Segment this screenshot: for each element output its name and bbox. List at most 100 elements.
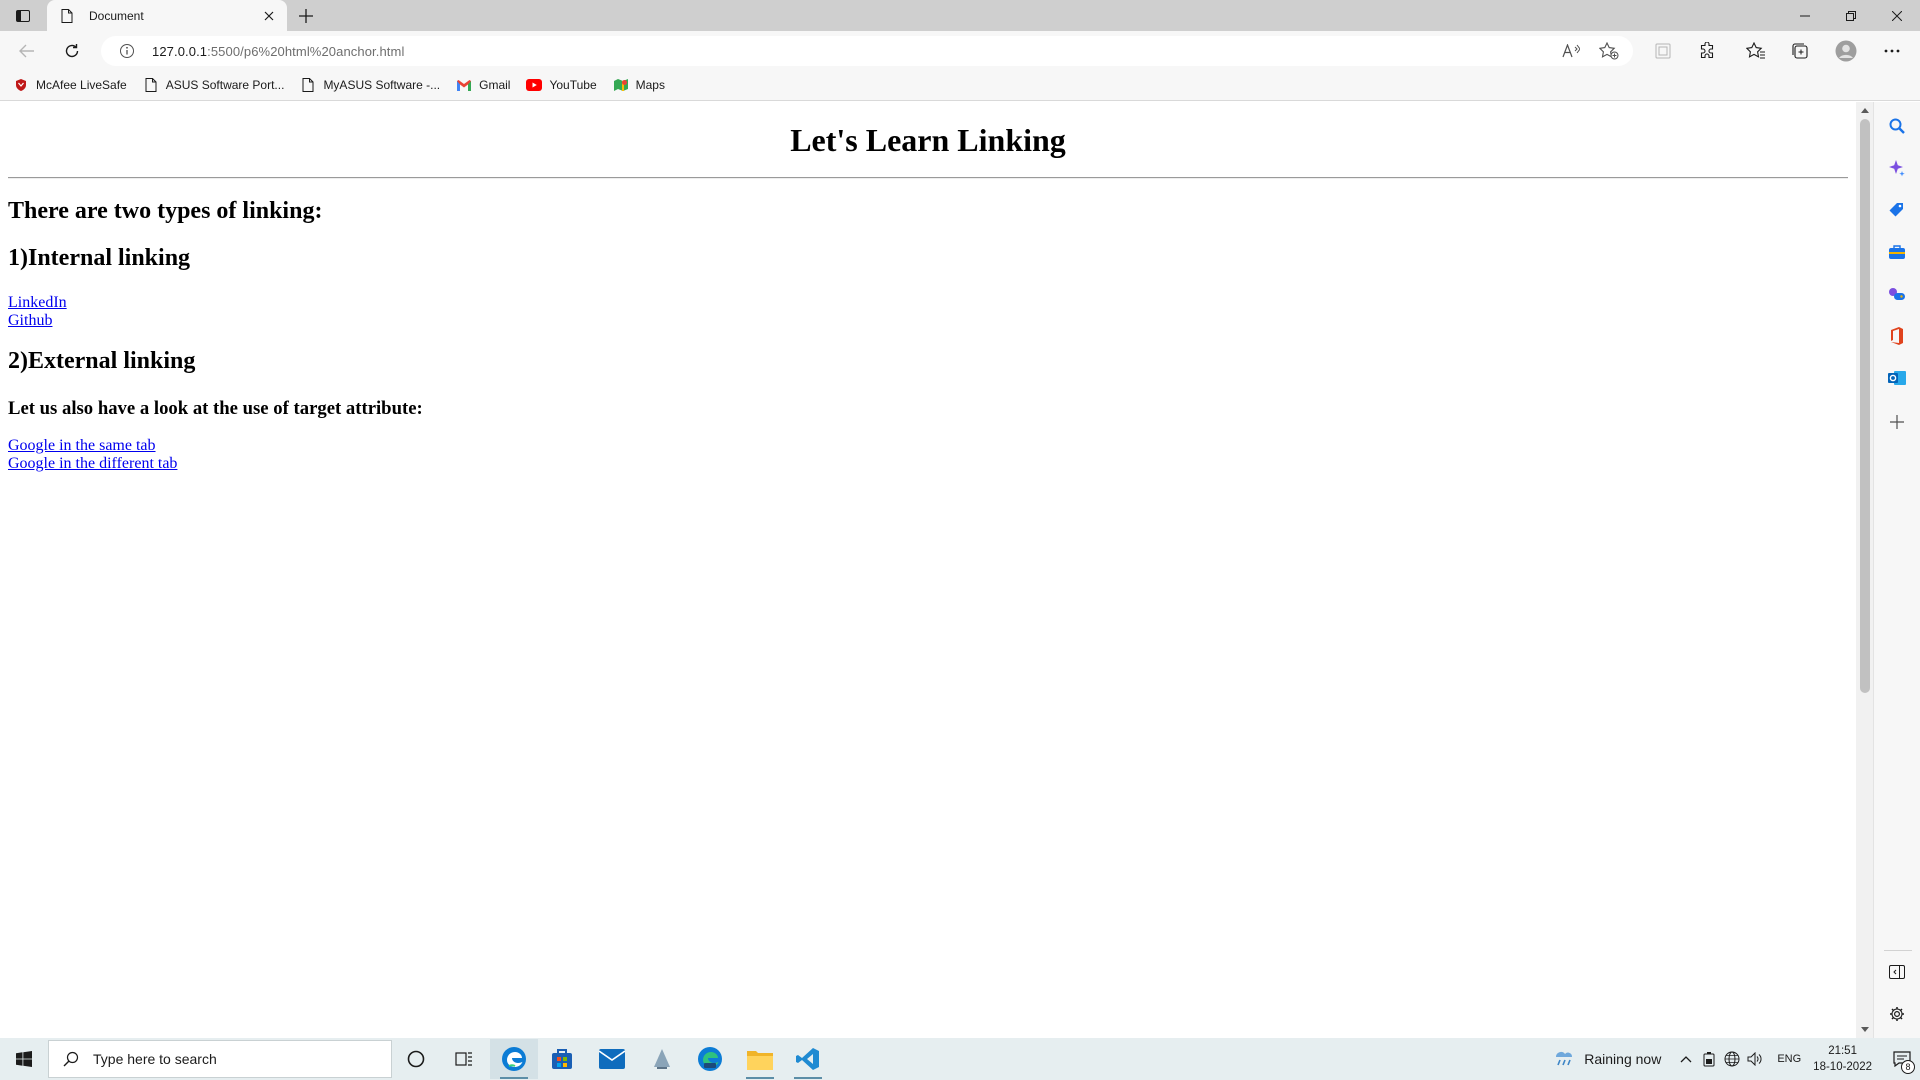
taskbar-edge-icon[interactable] [490,1039,538,1079]
page-icon [143,77,159,93]
task-view-icon[interactable] [440,1039,488,1079]
network-globe-icon[interactable] [1721,1048,1743,1070]
active-app-indicator [794,1077,822,1079]
clock-date: 18-10-2022 [1813,1061,1872,1073]
url-text[interactable]: 127.0.0.1:5500/p6%20html%20anchor.html [152,44,1547,59]
favorite-label: Maps [635,78,665,92]
github-link[interactable]: Github [8,312,52,330]
weather-widget[interactable]: Raining now [1552,1046,1661,1073]
youtube-icon [526,77,543,93]
windows-start-icon[interactable] [0,1038,48,1080]
favorite-maps[interactable]: Maps [613,73,665,97]
sidebar-tools-icon[interactable] [1883,238,1911,266]
internal-linking-heading: 1)Internal linking [8,245,191,271]
url-host: 127.0.0.1 [152,43,208,59]
favorite-gmail[interactable]: Gmail [456,73,510,97]
system-tray: Raining now ENG 21:51 18-10-2022 8 [1552,1038,1920,1080]
weather-text: Raining now [1584,1051,1662,1067]
close-window-button[interactable] [1874,0,1920,31]
page-title: Let's Learn Linking [790,122,1066,158]
favorite-label: Gmail [479,78,511,92]
sidebar-shopping-icon[interactable] [1883,196,1911,224]
taskbar-vscode-icon[interactable] [784,1039,832,1079]
refresh-button[interactable] [58,37,86,65]
favorites-icon[interactable] [1742,37,1770,65]
active-app-indicator [746,1077,774,1079]
cortana-icon[interactable] [392,1039,440,1079]
tab-actions-icon[interactable] [9,4,37,28]
linkedin-link[interactable]: LinkedIn [8,294,67,312]
tab-title: Document [89,8,144,23]
favorite-youtube[interactable]: YouTube [526,73,597,97]
favorite-asus-software-portal[interactable]: ASUS Software Port... [143,73,285,97]
scroll-up-arrow-icon[interactable] [1856,102,1873,119]
active-app-indicator [500,1077,528,1079]
taskbar-store-icon[interactable] [538,1039,586,1079]
favorite-label: McAfee LiveSafe [36,78,127,92]
taskbar-edge-beta-icon[interactable] [686,1039,734,1079]
show-hidden-icons-icon[interactable] [1675,1048,1697,1070]
split-screen-icon[interactable] [1649,37,1677,65]
gmail-icon [456,77,472,93]
taskbar-file-explorer-icon[interactable] [736,1039,784,1079]
address-bar-actions [1547,39,1623,63]
sidebar-office-icon[interactable] [1883,322,1911,350]
tab-strip: Document [0,0,1920,31]
back-button[interactable] [13,37,41,65]
restore-button[interactable] [1828,0,1874,31]
mcafee-icon [13,77,29,93]
sidebar-games-icon[interactable] [1883,280,1911,308]
google-different-tab-link[interactable]: Google in the different tab [8,455,177,473]
windows-taskbar: Type here to search Raining now ENG 21:5… [0,1038,1920,1080]
browser-toolbar: 127.0.0.1:5500/p6%20html%20anchor.html [0,31,1920,70]
taskbar-app-icon[interactable] [638,1039,686,1079]
sidebar-search-icon[interactable] [1883,112,1911,140]
google-same-tab-link[interactable]: Google in the same tab [8,437,156,455]
minimize-button[interactable] [1782,0,1828,31]
sidebar-discover-icon[interactable] [1883,154,1911,182]
notification-center-icon[interactable]: 8 [1884,1038,1920,1080]
external-linking-heading: 2)External linking [8,348,196,374]
address-bar[interactable]: 127.0.0.1:5500/p6%20html%20anchor.html [101,36,1633,66]
favorite-label: ASUS Software Port... [165,78,285,92]
input-language[interactable]: ENG [1777,1053,1801,1065]
edge-sidebar [1873,102,1920,1038]
intro-heading: There are two types of linking: [8,198,323,224]
add-favorite-icon[interactable] [1595,39,1623,63]
scrollbar-thumb[interactable] [1860,119,1870,693]
scroll-down-arrow-icon[interactable] [1856,1021,1873,1038]
favorite-mcafee[interactable]: McAfee LiveSafe [13,73,127,97]
sidebar-divider [1884,950,1912,951]
volume-icon[interactable] [1744,1048,1766,1070]
search-icon [61,1049,81,1069]
collections-icon[interactable] [1786,37,1814,65]
page-icon [300,77,316,93]
sidebar-hide-icon[interactable] [1883,958,1911,986]
sidebar-outlook-icon[interactable] [1883,364,1911,392]
new-tab-button[interactable] [292,3,320,29]
search-placeholder: Type here to search [93,1051,217,1067]
clock-time: 21:51 [1828,1045,1857,1057]
profile-avatar-icon[interactable] [1832,37,1860,65]
window-controls [1782,0,1920,31]
close-tab-icon[interactable] [257,4,281,28]
favorite-label: YouTube [549,78,597,92]
sidebar-add-icon[interactable] [1883,408,1911,436]
maps-icon [613,77,629,93]
sidebar-settings-icon[interactable] [1883,1000,1911,1028]
taskbar-mail-icon[interactable] [588,1039,636,1079]
extensions-icon[interactable] [1693,37,1721,65]
favorites-bar: McAfee LiveSafe ASUS Software Port... My… [0,70,1920,101]
site-info-icon[interactable] [116,40,138,62]
page-scrollbar[interactable] [1856,102,1873,1038]
taskbar-clock[interactable]: 21:51 18-10-2022 [1813,1043,1872,1075]
url-path: :5500/p6%20html%20anchor.html [207,43,405,59]
target-attribute-heading: Let us also have a look at the use of ta… [8,398,423,419]
battery-icon[interactable] [1698,1048,1720,1070]
read-aloud-icon[interactable] [1557,39,1585,63]
horizontal-rule [8,177,1848,179]
more-options-icon[interactable] [1878,37,1906,65]
browser-tab[interactable]: Document [47,0,287,31]
favorite-myasus-software[interactable]: MyASUS Software -... [300,73,440,97]
taskbar-search-box[interactable]: Type here to search [48,1040,392,1078]
